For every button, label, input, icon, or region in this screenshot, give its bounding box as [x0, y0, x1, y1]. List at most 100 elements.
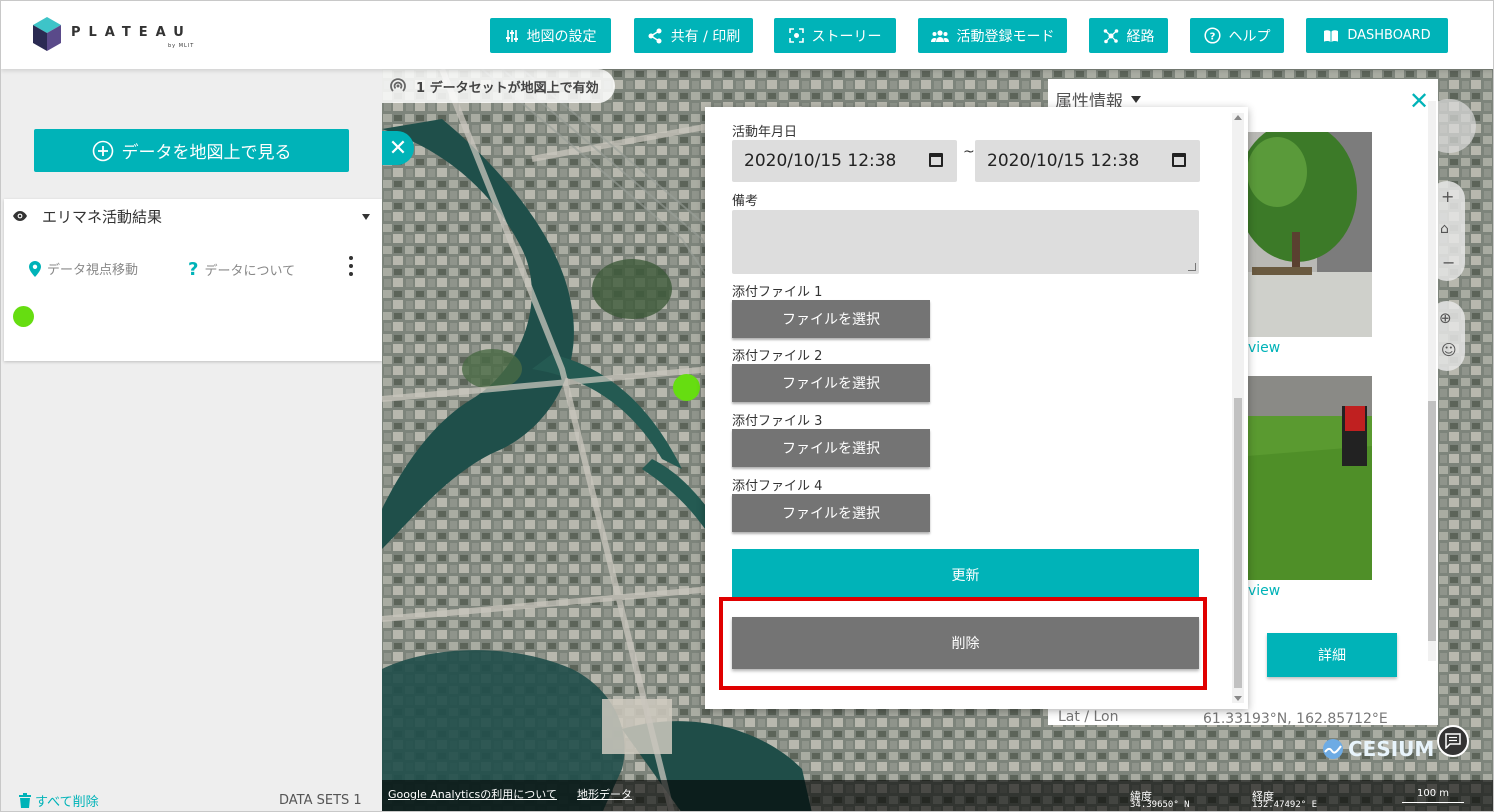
cesium-label: CESIUM	[1348, 737, 1435, 761]
chevron-down-icon	[1131, 96, 1141, 103]
note-label: 備考	[732, 194, 759, 209]
people-icon	[930, 29, 949, 42]
file-2-label: 添付ファイル 2	[732, 349, 823, 364]
detail-button[interactable]: 詳細	[1267, 633, 1397, 677]
logo-subtitle: by MLIT	[168, 43, 195, 49]
eye-icon[interactable]	[12, 210, 28, 222]
share-print-label: 共有 / 印刷	[670, 28, 741, 45]
more-options-icon[interactable]	[349, 256, 353, 276]
sliders-icon	[505, 29, 518, 42]
layer-card: エリマネ活動結果 データ視点移動 ? データについて	[4, 199, 382, 361]
route-button[interactable]: 経路	[1089, 18, 1168, 53]
attribute-scrollbar[interactable]	[1428, 101, 1436, 661]
close-icon: ✕	[1409, 87, 1430, 115]
latitude-value: 34.39650° N	[1130, 800, 1190, 810]
close-attributes-button[interactable]: ✕	[1409, 87, 1429, 115]
chat-button[interactable]	[1437, 725, 1469, 757]
scroll-up-icon[interactable]	[1234, 115, 1242, 120]
zoom-out-icon[interactable]: −	[1442, 253, 1455, 272]
move-view-label: データ視点移動	[47, 263, 139, 278]
pedestrian-icon[interactable]: ☺	[1441, 341, 1457, 359]
help-button[interactable]: ? ヘルプ	[1190, 18, 1284, 53]
remove-all-button[interactable]: すべて削除	[19, 791, 99, 810]
date-label: 活動年月日	[732, 125, 798, 140]
scale-label: 100 m	[1417, 788, 1450, 799]
activity-photo-2[interactable]	[1247, 376, 1372, 580]
file-4-label: 添付ファイル 4	[732, 479, 823, 494]
app-window: PLATEAU by MLIT 地図の設定 共有 / 印刷 ストーリー 活動登録…	[0, 0, 1494, 812]
story-label: ストーリー	[811, 28, 882, 45]
review-link-1[interactable]: view	[1248, 340, 1280, 356]
logo-text: PLATEAU	[71, 25, 192, 40]
story-icon	[788, 28, 804, 43]
book-icon	[1324, 29, 1339, 42]
terrain-data-link[interactable]: 地形データ	[577, 786, 632, 802]
question-icon: ?	[188, 259, 199, 280]
file-1-select-button[interactable]: ファイルを選択	[732, 300, 930, 338]
move-view-button[interactable]: データ視点移動	[29, 259, 138, 278]
date-from-value: 2020/10/15 12:38	[744, 151, 897, 171]
date-to-input[interactable]: 2020/10/15 12:38	[975, 140, 1200, 182]
trash-icon	[19, 793, 31, 808]
latlon-label: Lat / Lon	[1058, 709, 1119, 725]
locate-icon[interactable]: ⊕	[1439, 309, 1452, 327]
note-textarea[interactable]	[732, 210, 1199, 274]
chat-icon	[1445, 733, 1461, 749]
share-print-button[interactable]: 共有 / 印刷	[634, 18, 753, 53]
story-button[interactable]: ストーリー	[774, 18, 896, 53]
active-datasets-label: 1 データセットが地図上で有効	[416, 80, 599, 96]
remove-all-label: すべて削除	[35, 795, 99, 810]
form-scrollbar[interactable]	[1232, 113, 1244, 703]
home-icon[interactable]: ⌂	[1440, 221, 1449, 237]
zoom-in-icon[interactable]: +	[1441, 187, 1454, 206]
plateau-logo[interactable]: PLATEAU by MLIT	[33, 17, 233, 57]
sidebar: データを地図上で見る エリマネ活動結果 データ視点移動 ? データについて すべ…	[1, 69, 382, 811]
dashboard-label: DASHBOARD	[1347, 28, 1431, 43]
view-data-on-map-button[interactable]: データを地図上で見る	[34, 129, 349, 172]
resize-handle-icon[interactable]	[1188, 263, 1196, 271]
latlon-value: 61.33193°N, 162.85712°E	[1203, 711, 1388, 727]
layer-title[interactable]: エリマネ活動結果	[42, 206, 162, 227]
update-button[interactable]: 更新	[732, 549, 1199, 601]
delete-highlight-box	[719, 597, 1207, 690]
map-settings-button[interactable]: 地図の設定	[490, 18, 611, 53]
date-from-input[interactable]: 2020/10/15 12:38	[732, 140, 957, 182]
location-pin-icon	[29, 260, 41, 277]
activity-mode-button[interactable]: 活動登録モード	[918, 18, 1067, 53]
about-data-button[interactable]: ? データについて	[188, 259, 295, 280]
longitude-value: 132.47492° E	[1252, 800, 1318, 810]
plus-circle-icon	[92, 140, 113, 161]
logo-cube-icon	[33, 17, 61, 51]
cesium-logo: CESIUM	[1322, 737, 1434, 761]
route-label: 経路	[1126, 28, 1155, 45]
activity-photo-1[interactable]	[1247, 132, 1372, 337]
review-link-2[interactable]: view	[1248, 583, 1280, 599]
view-data-label: データを地図上で見る	[121, 143, 292, 163]
active-datasets-pill: 1 データセットが地図上で有効	[382, 69, 615, 103]
calendar-icon[interactable]	[929, 153, 943, 167]
cesium-icon	[1323, 739, 1343, 759]
help-label: ヘルプ	[1228, 28, 1271, 45]
dashboard-button[interactable]: DASHBOARD	[1306, 18, 1448, 53]
activity-mode-label: 活動登録モード	[956, 28, 1055, 45]
legend-marker	[13, 306, 34, 327]
file-3-label: 添付ファイル 3	[732, 414, 823, 429]
map-settings-label: 地図の設定	[526, 28, 597, 45]
analytics-link[interactable]: Google Analyticsの利用について	[388, 786, 557, 802]
calendar-icon[interactable]	[1172, 153, 1186, 167]
file-4-select-button[interactable]: ファイルを選択	[732, 494, 930, 532]
header: PLATEAU by MLIT 地図の設定 共有 / 印刷 ストーリー 活動登録…	[1, 1, 1493, 69]
file-1-label: 添付ファイル 1	[732, 285, 823, 300]
attribute-scroll-thumb[interactable]	[1428, 401, 1436, 641]
date-to-value: 2020/10/15 12:38	[987, 151, 1140, 171]
activity-marker[interactable]	[673, 374, 700, 401]
file-3-select-button[interactable]: ファイルを選択	[732, 429, 930, 467]
help-icon: ?	[1203, 27, 1221, 44]
scroll-down-icon[interactable]	[1234, 696, 1242, 701]
layer-expand-icon[interactable]	[362, 214, 370, 220]
grass-photo	[1247, 376, 1372, 580]
file-2-select-button[interactable]: ファイルを選択	[732, 364, 930, 402]
form-scroll-thumb[interactable]	[1234, 398, 1242, 688]
scale-bar	[1402, 802, 1464, 803]
share-icon	[648, 28, 662, 43]
